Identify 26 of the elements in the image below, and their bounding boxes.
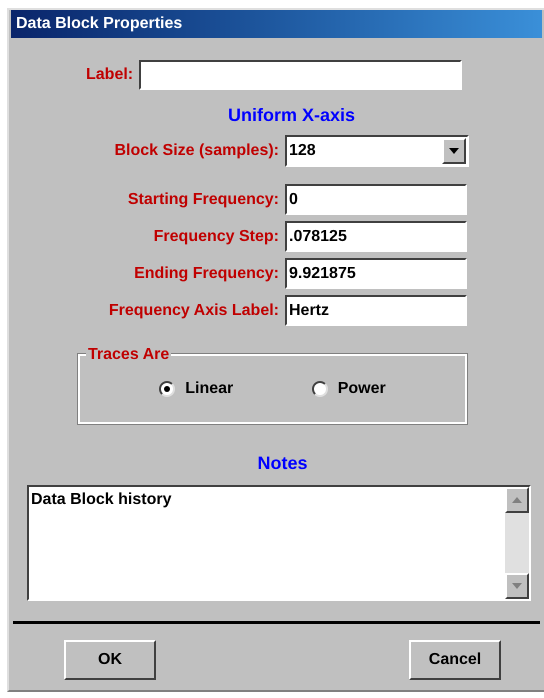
notes-field[interactable]: Data Block history xyxy=(27,485,531,601)
dialog-button[interactable]: Cancel xyxy=(409,640,501,680)
scrollbar[interactable] xyxy=(505,487,529,599)
dropdown-button[interactable] xyxy=(442,138,466,164)
input-field[interactable]: 0 xyxy=(285,184,467,215)
field-label: Ending Frequency: xyxy=(133,264,279,284)
input-field[interactable]: .078125 xyxy=(285,221,467,252)
field-label: Label: xyxy=(86,65,134,85)
field-label: Block Size (samples): xyxy=(114,141,279,161)
radio-icon[interactable] xyxy=(312,381,328,397)
window-title: Data Block Properties xyxy=(16,14,182,34)
radio-option[interactable]: Linear xyxy=(159,377,234,401)
caret-down-icon xyxy=(449,148,459,154)
dialog-button[interactable]: OK xyxy=(64,640,156,680)
arrow-down-icon xyxy=(512,583,522,589)
input-field[interactable]: Hertz xyxy=(285,295,467,326)
radio-option[interactable]: Power xyxy=(312,377,386,401)
section-heading: Notes xyxy=(257,452,308,475)
dropdown-field[interactable]: 128 xyxy=(285,135,469,167)
field-label: Starting Frequency: xyxy=(126,190,279,210)
field-label: Frequency Step: xyxy=(152,226,279,246)
arrow-up-icon xyxy=(512,497,522,503)
field-label: Frequency Axis Label: xyxy=(108,300,279,320)
radio-icon[interactable] xyxy=(159,381,176,397)
input-field[interactable]: 9.921875 xyxy=(285,258,467,289)
section-heading: Uniform X-axis xyxy=(228,104,356,127)
